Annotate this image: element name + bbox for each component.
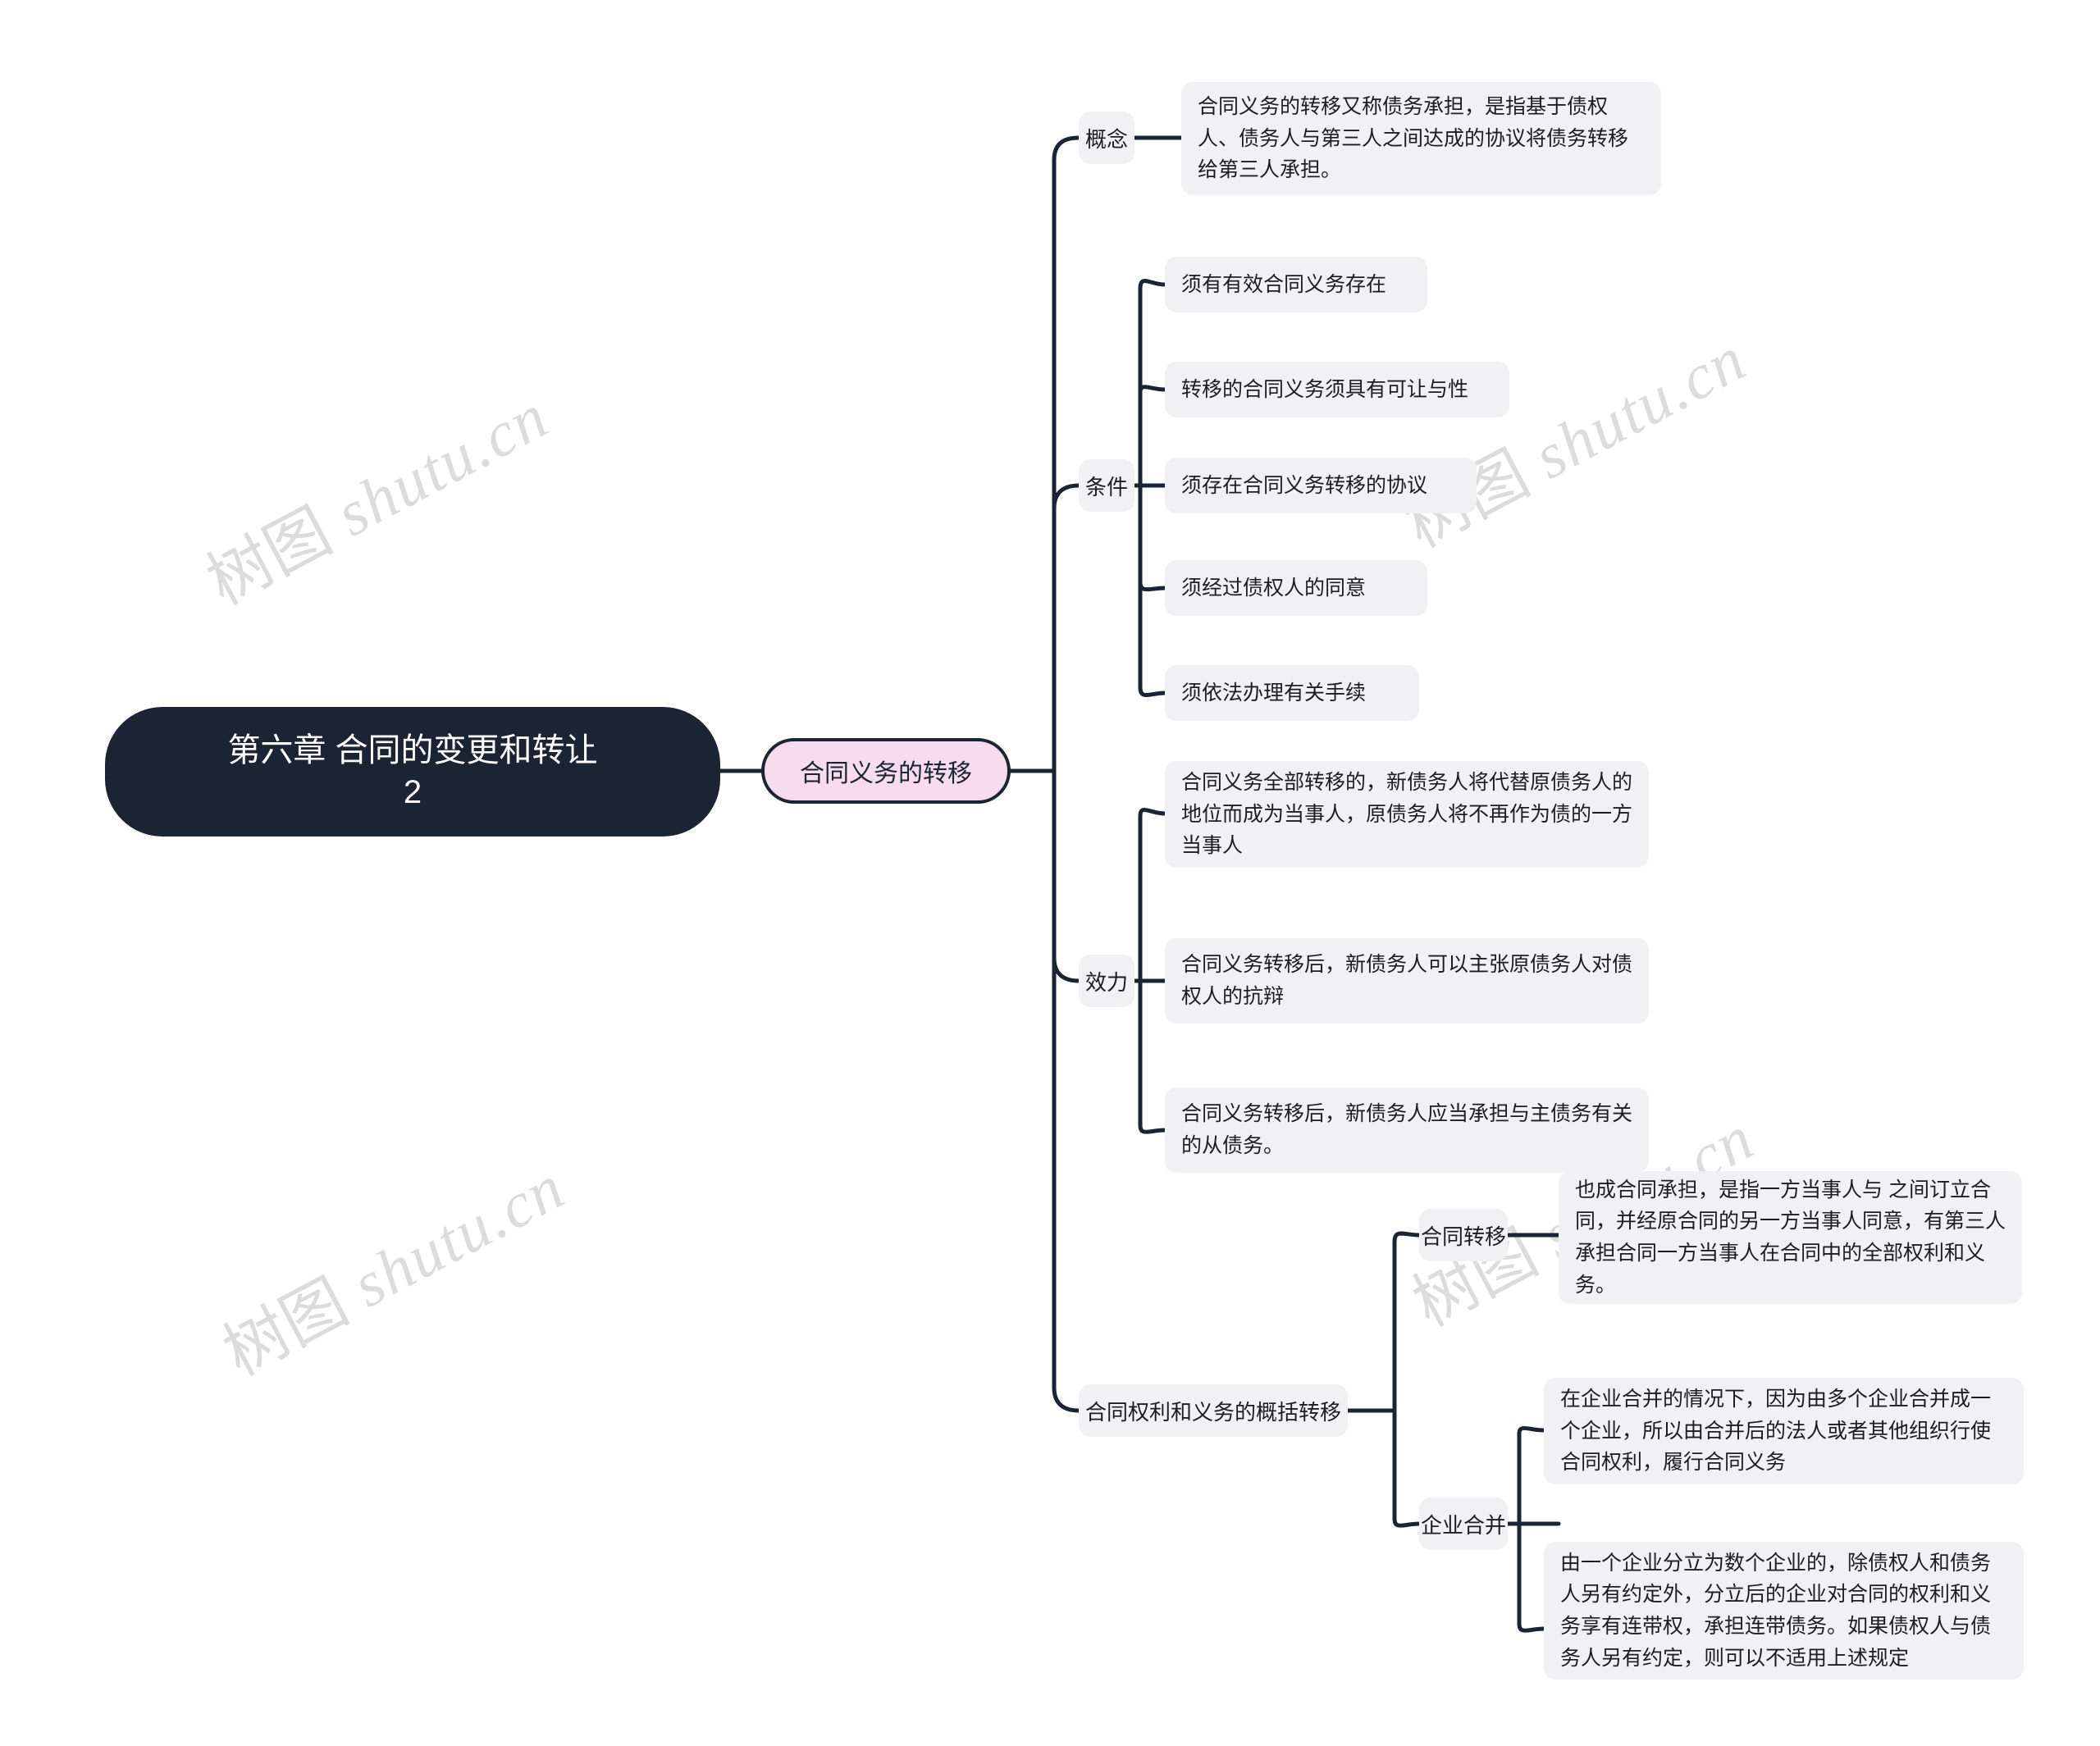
leaf-node-qiyehebing-2[interactable]: 由一个企业分立为数个企业的，除债权人和债务人另有约定外，分立后的企业对合同的权利… xyxy=(1544,1542,2024,1680)
leaf-node-tiaojian-3[interactable]: 须存在合同义务转移的协议 xyxy=(1165,458,1477,513)
subbranch-node-hetongzhuanyi[interactable]: 合同转移 xyxy=(1419,1209,1508,1261)
leaf-node-gainian-1[interactable]: 合同义务的转移又称债务承担，是指基于债权人、债务人与第三人之间达成的协议将债务转… xyxy=(1181,82,1661,195)
edge-tiaojian-to-leaf4 xyxy=(1138,483,1167,592)
watermark-cjk: 树图 xyxy=(212,1265,359,1389)
subbranch-label: 企业合并 xyxy=(1421,1512,1507,1538)
edge-gaikuo-to-qiyehebing xyxy=(1392,1408,1422,1528)
leaf-text: 合同义务的转移又称债务承担，是指基于债权人、债务人与第三人之间达成的协议将债务转… xyxy=(1198,94,1629,182)
leaf-node-xiaoli-1[interactable]: 合同义务全部转移的，新债务人将代替原债务人的地位而成为当事人，原债务人将不再作为… xyxy=(1165,761,1649,868)
leaf-node-xiaoli-3[interactable]: 合同义务转移后，新债务人应当承担与主债务有关的从债务。 xyxy=(1165,1087,1649,1173)
edge-tiaojian-to-leaf2 xyxy=(1138,385,1167,488)
leaf-node-hetongzhuanyi-1[interactable]: 也成合同承担，是指一方当事人与 之间订立合同，并经原合同的另一方当事人同意，有第… xyxy=(1559,1171,2022,1304)
edge-qiyehebing-to-leaf2 xyxy=(1517,1521,1546,1633)
leaf-text: 须依法办理有关手续 xyxy=(1181,681,1367,704)
edge-tiaojian-to-leaf5 xyxy=(1138,483,1167,697)
root-title-line1: 第六章 合同的变更和转让 xyxy=(227,732,598,768)
watermark-cjk: 树图 xyxy=(195,494,343,618)
edge-gaikuo-to-hetongzhuanyi xyxy=(1392,1231,1422,1413)
edge-xiaoli-to-leaf1 xyxy=(1138,807,1167,983)
leaf-text: 须存在合同义务转移的协议 xyxy=(1181,473,1428,497)
leaf-node-qiyehebing-1[interactable]: 在企业合并的情况下，因为由多个企业合并成一个企业，所以由合并后的法人或者其他组织… xyxy=(1544,1378,2024,1484)
leaf-node-xiaoli-2[interactable]: 合同义务转移后，新债务人可以主张原债务人对债权人的抗辩 xyxy=(1165,938,1649,1023)
watermark: 树图 shutu.cn xyxy=(205,1137,578,1393)
leaf-text: 合同义务转移后，新债务人可以主张原债务人对债权人的抗辩 xyxy=(1181,953,1633,1008)
leaf-node-tiaojian-1[interactable]: 须有有效合同义务存在 xyxy=(1165,257,1427,312)
watermark-latin: shutu.cn xyxy=(1522,321,1758,493)
leaf-text: 也成合同承担，是指一方当事人与 之间订立合同，并经原合同的另一方当事人同意，有第… xyxy=(1575,1178,2006,1297)
edge-trunk-to-xiaoli xyxy=(1052,768,1081,983)
branch-label: 效力 xyxy=(1085,969,1129,995)
leaf-text: 合同义务转移后，新债务人应当承担与主债务有关的从债务。 xyxy=(1181,1102,1633,1157)
watermark-latin: shutu.cn xyxy=(324,379,560,550)
edge-trunk-to-gainian xyxy=(1052,135,1081,773)
edge-qiyehebing-to-leaf1 xyxy=(1517,1425,1546,1526)
branch-label: 合同权利和义务的概括转移 xyxy=(1085,1399,1342,1425)
leaf-text: 由一个企业分立为数个企业的，除债权人和债务人另有约定外，分立后的企业对合同的权利… xyxy=(1560,1551,1992,1670)
leaf-node-tiaojian-5[interactable]: 须依法办理有关手续 xyxy=(1165,665,1419,721)
subbranch-label: 合同转移 xyxy=(1421,1224,1507,1249)
watermark-latin: shutu.cn xyxy=(340,1150,577,1321)
branch-label: 条件 xyxy=(1085,474,1129,499)
branch-node-xiaoli[interactable]: 效力 xyxy=(1079,955,1134,1007)
branch-node-tiaojian[interactable]: 条件 xyxy=(1079,459,1134,512)
branch-node-gainian[interactable]: 概念 xyxy=(1079,112,1134,164)
branch-node-gaikuo[interactable]: 合同权利和义务的概括转移 xyxy=(1079,1384,1348,1437)
root-title-line2: 2 xyxy=(403,774,422,810)
edge-trunk-to-gaikuo xyxy=(1052,768,1081,1413)
leaf-text: 须经过债权人的同意 xyxy=(1181,576,1367,599)
leaf-text: 须有有效合同义务存在 xyxy=(1181,272,1387,296)
topic-node-contract-obligation-transfer[interactable]: 合同义务的转移 xyxy=(761,738,1011,804)
mindmap-canvas: 树图 shutu.cn 树图 shutu.cn 树图 shutu.cn 树图 s… xyxy=(0,0,2100,1746)
subbranch-node-qiyehebing[interactable]: 企业合并 xyxy=(1419,1498,1508,1550)
leaf-text: 合同义务全部转移的，新债务人将代替原债务人的地位而成为当事人，原债务人将不再作为… xyxy=(1181,770,1633,858)
edge-tiaojian-to-leaf1 xyxy=(1138,279,1167,488)
root-node[interactable]: 第六章 合同的变更和转让 2 xyxy=(105,707,720,837)
leaf-text: 在企业合并的情况下，因为由多个企业合并成一个企业，所以由合并后的法人或者其他组织… xyxy=(1560,1387,1992,1475)
watermark: 树图 shutu.cn xyxy=(1386,308,1760,565)
edge-xiaoli-to-leaf3 xyxy=(1138,978,1167,1134)
leaf-node-tiaojian-2[interactable]: 转移的合同义务须具有可让与性 xyxy=(1165,362,1509,417)
leaf-text: 转移的合同义务须具有可让与性 xyxy=(1181,377,1469,401)
leaf-node-tiaojian-4[interactable]: 须经过债权人的同意 xyxy=(1165,560,1427,616)
edge-trunk-to-tiaojian xyxy=(1052,483,1081,773)
topic-label: 合同义务的转移 xyxy=(800,760,972,787)
watermark: 树图 shutu.cn xyxy=(189,366,562,622)
branch-label: 概念 xyxy=(1085,126,1129,152)
